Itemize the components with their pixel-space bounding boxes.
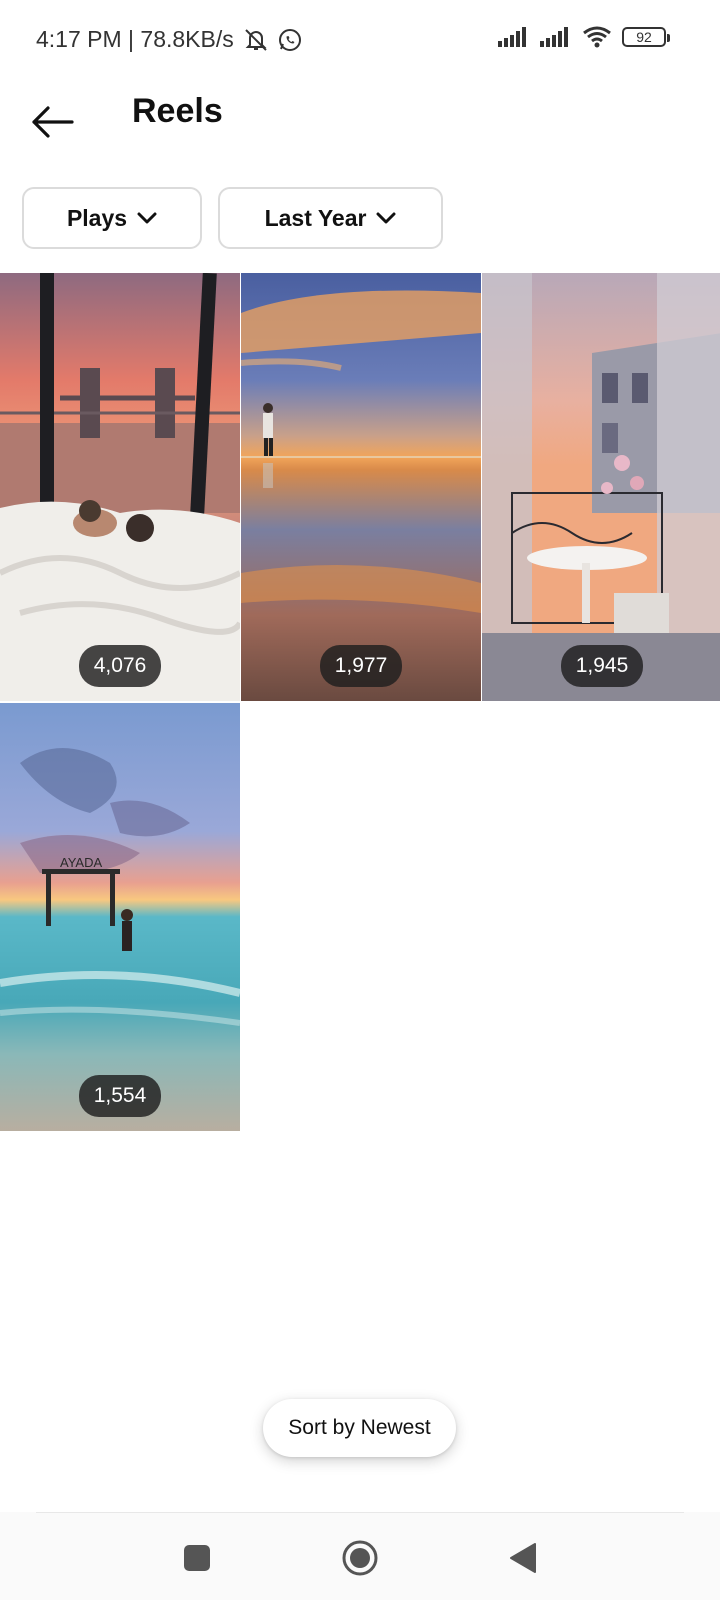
metric-filter-button[interactable]: Plays [22,187,202,249]
battery-level: 92 [636,29,652,45]
status-bar: 4:17 PM | 78.8KB/s 92 [0,0,720,80]
chevron-down-icon [137,212,157,224]
wifi-icon [582,26,612,48]
chevron-down-icon [376,212,396,224]
status-time-speed: 4:17 PM | 78.8KB/s [36,26,234,52]
status-left: 4:17 PM | 78.8KB/s [36,26,302,53]
recents-button[interactable] [175,1536,219,1580]
screen: 4:17 PM | 78.8KB/s 92 Reels Plays Last Y… [0,0,720,1600]
back-triangle-icon [510,1543,536,1573]
signal-icon [498,27,530,47]
reel-thumbnail [0,273,240,701]
whatsapp-icon [278,28,302,52]
sort-label: Sort by Newest [288,1416,431,1439]
arrow-left-icon [32,106,74,138]
metric-filter-label: Plays [66,204,128,231]
filter-bar: Plays Last Year [22,187,443,249]
back-button[interactable] [24,94,80,150]
reel-thumbnail: AYADA [0,703,240,1131]
reel-thumbnail [482,273,720,701]
battery-icon: 92 [622,27,670,47]
home-button[interactable] [338,1536,382,1580]
bell-off-icon [242,27,270,53]
recents-square-icon [184,1545,210,1571]
status-right: 92 [498,26,670,48]
header: Reels [0,80,720,184]
play-count-badge: 1,554 [79,1075,161,1117]
reel-thumbnail [241,273,481,701]
period-filter-button[interactable]: Last Year [218,187,443,249]
reel-tile[interactable]: 4,076 [0,273,240,701]
svg-text:AYADA: AYADA [60,855,102,870]
sort-button[interactable]: Sort by Newest [263,1399,456,1457]
home-circle-icon [342,1540,378,1576]
play-count-badge: 1,977 [320,645,402,687]
period-filter-label: Last Year [264,204,367,231]
reel-tile[interactable]: AYADA 1,554 [0,703,240,1131]
play-count-badge: 4,076 [79,645,161,687]
reel-tile[interactable]: 1,945 [482,273,720,701]
page-title: Reels [132,92,223,130]
signal-icon [540,27,572,47]
play-count-badge: 1,945 [561,645,643,687]
reel-tile[interactable]: 1,977 [241,273,481,701]
nav-divider [36,1512,684,1513]
nav-back-button[interactable] [501,1536,545,1580]
